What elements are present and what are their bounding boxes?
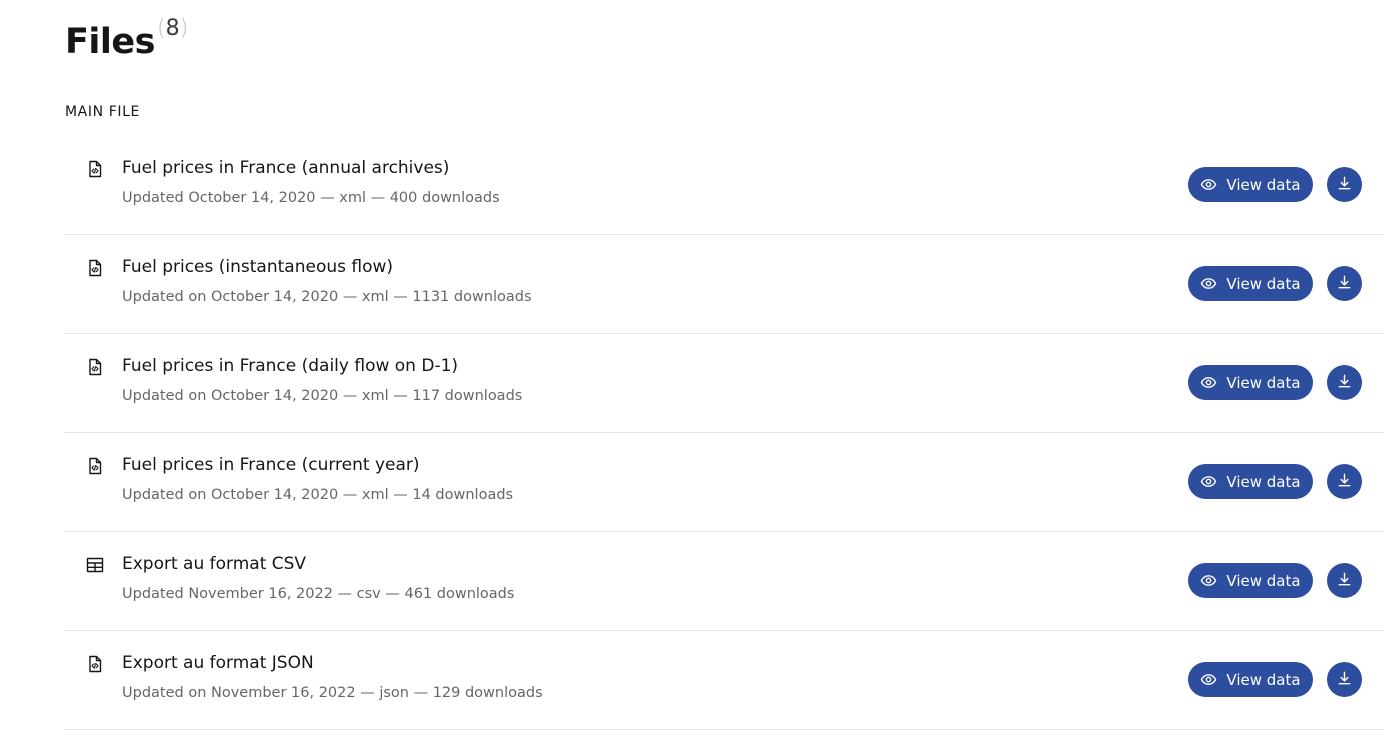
file-count-badge: 8	[157, 14, 188, 44]
view-data-button[interactable]: View data	[1188, 662, 1313, 697]
file-row: Fuel prices (instantaneous flow) Updated…	[64, 235, 1384, 334]
view-data-label: View data	[1226, 472, 1301, 491]
download-button[interactable]	[1327, 167, 1362, 202]
eye-icon	[1200, 275, 1217, 292]
files-page: Files 8 MAIN FILE Fuel prices in France …	[0, 0, 1400, 733]
file-title[interactable]: Fuel prices in France (annual archives)	[122, 158, 449, 178]
download-icon	[1336, 274, 1353, 294]
eye-icon	[1200, 671, 1217, 688]
file-meta: Updated October 14, 2020 — xml — 400 dow…	[122, 190, 500, 206]
file-row: Fuel prices in France (current year) Upd…	[64, 433, 1384, 532]
file-meta: Updated November 16, 2022 — csv — 461 do…	[122, 586, 515, 602]
page-title: Files	[65, 22, 155, 62]
files-header: Files 8	[65, 16, 188, 66]
download-button[interactable]	[1327, 464, 1362, 499]
download-button[interactable]	[1327, 266, 1362, 301]
view-data-label: View data	[1226, 274, 1301, 293]
eye-icon	[1200, 374, 1217, 391]
file-meta: Updated on November 16, 2022 — json — 12…	[122, 685, 543, 701]
download-button[interactable]	[1327, 365, 1362, 400]
code-file-icon	[86, 655, 104, 673]
file-row: Export au format CSV Updated November 16…	[64, 532, 1384, 631]
file-meta: Updated on October 14, 2020 — xml — 117 …	[122, 388, 523, 404]
eye-icon	[1200, 176, 1217, 193]
file-meta: Updated on October 14, 2020 — xml — 1131…	[122, 289, 532, 305]
code-file-icon	[86, 358, 104, 376]
code-file-icon	[86, 457, 104, 475]
code-file-icon	[86, 259, 104, 277]
file-list: Fuel prices in France (annual archives) …	[64, 136, 1384, 730]
file-title[interactable]: Fuel prices in France (daily flow on D-1…	[122, 356, 458, 376]
code-file-icon	[86, 160, 104, 178]
view-data-label: View data	[1226, 373, 1301, 392]
file-title[interactable]: Export au format CSV	[122, 554, 306, 574]
download-button[interactable]	[1327, 563, 1362, 598]
download-icon	[1336, 472, 1353, 492]
download-icon	[1336, 373, 1353, 393]
download-icon	[1336, 571, 1353, 591]
file-title[interactable]: Fuel prices (instantaneous flow)	[122, 257, 393, 277]
download-icon	[1336, 175, 1353, 195]
view-data-button[interactable]: View data	[1188, 464, 1313, 499]
eye-icon	[1200, 473, 1217, 490]
download-button[interactable]	[1327, 662, 1362, 697]
file-title[interactable]: Fuel prices in France (current year)	[122, 455, 420, 475]
view-data-button[interactable]: View data	[1188, 167, 1313, 202]
view-data-label: View data	[1226, 571, 1301, 590]
section-label: MAIN FILE	[65, 104, 140, 120]
file-row: Export au format JSON Updated on Novembe…	[64, 631, 1384, 730]
view-data-button[interactable]: View data	[1188, 563, 1313, 598]
view-data-button[interactable]: View data	[1188, 365, 1313, 400]
view-data-button[interactable]: View data	[1188, 266, 1313, 301]
file-row: Fuel prices in France (annual archives) …	[64, 136, 1384, 235]
eye-icon	[1200, 572, 1217, 589]
table-icon	[86, 556, 104, 574]
view-data-label: View data	[1226, 175, 1301, 194]
file-row: Fuel prices in France (daily flow on D-1…	[64, 334, 1384, 433]
download-icon	[1336, 670, 1353, 690]
file-meta: Updated on October 14, 2020 — xml — 14 d…	[122, 487, 514, 503]
view-data-label: View data	[1226, 670, 1301, 689]
file-title[interactable]: Export au format JSON	[122, 653, 314, 673]
